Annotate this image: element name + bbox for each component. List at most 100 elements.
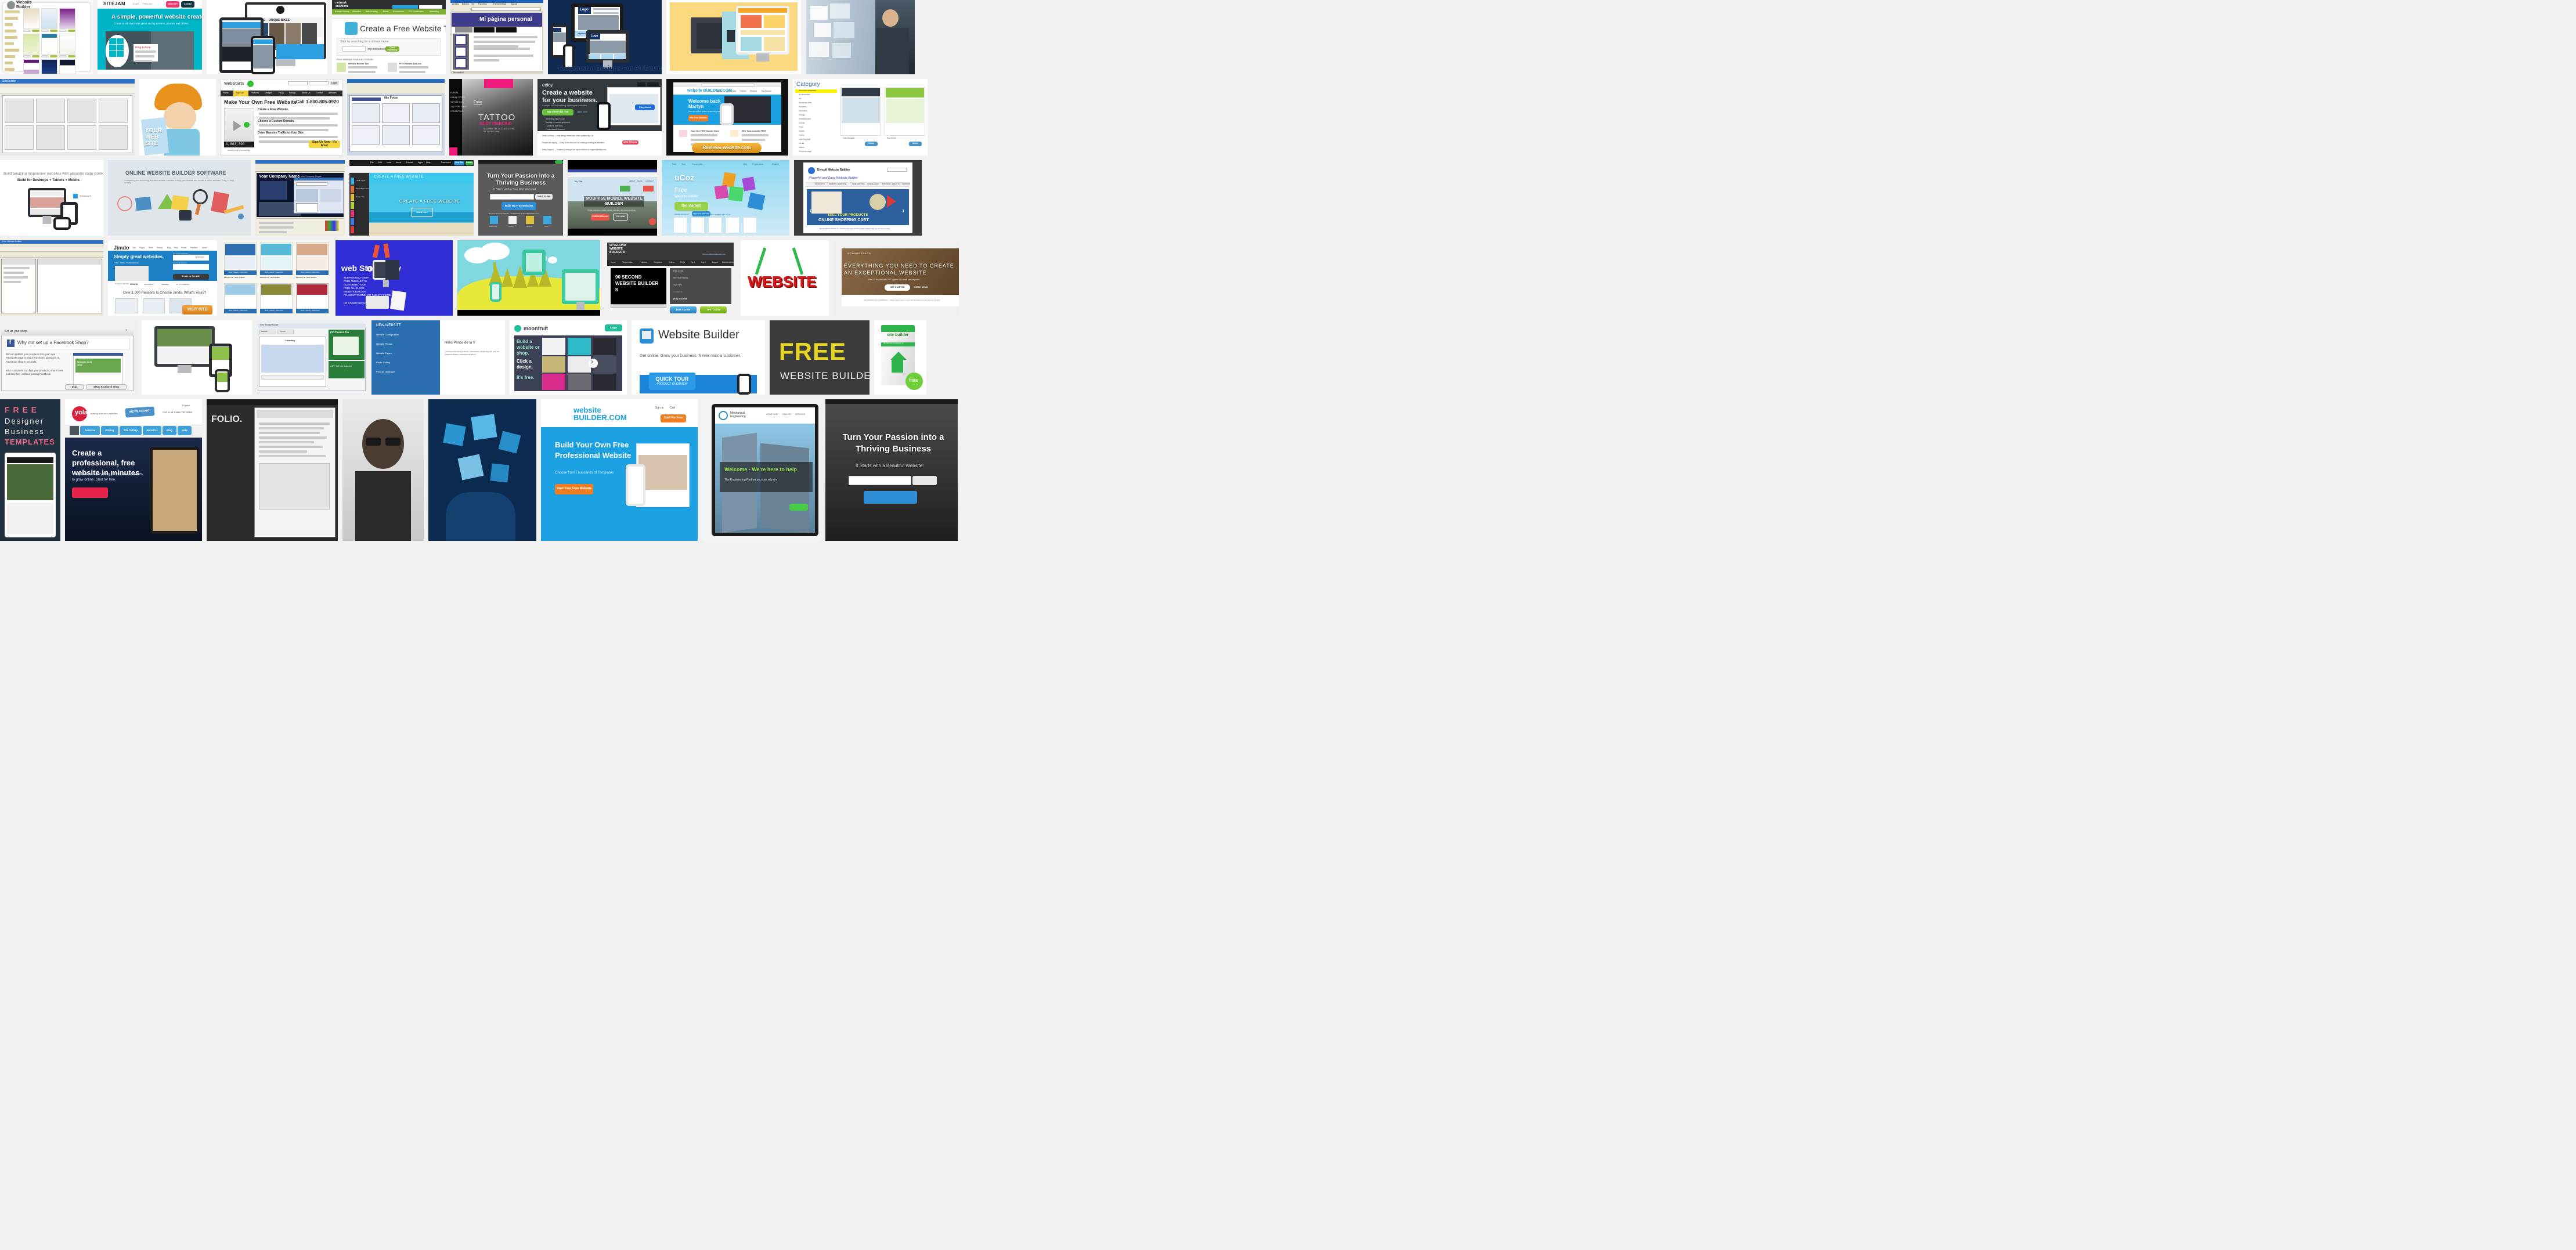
category-item-0[interactable]: Resource templates [799, 89, 816, 92]
me-nav-services[interactable]: SERVICES [795, 413, 805, 416]
tab-home[interactable] [455, 27, 472, 32]
evrsoft-nav-support[interactable]: SUPPORT [902, 183, 910, 185]
tab-contact[interactable] [496, 27, 517, 32]
tp-site-name-input[interactable] [490, 194, 534, 200]
result-thumbnail-mi-pagina-personal[interactable]: Archivo Edición Ver Favoritos Herramient… [450, 0, 543, 74]
jimdo-nav-blog[interactable]: Blog [167, 247, 171, 249]
result-thumbnail-sitebuilder-software-box[interactable]: site builder ME Webhost International, I… [874, 320, 926, 395]
webstarts-nav-home[interactable]: Home [223, 92, 229, 94]
result-thumbnail-jimdo[interactable]: Jimdo Tour Pages Store Pricing Blog Help… [108, 240, 217, 316]
moonfruit-login-button[interactable]: Login [605, 324, 622, 331]
check-availability-button[interactable]: Check Availability [385, 46, 399, 52]
mobirise-try-now-button[interactable]: TRY NOW [613, 214, 628, 221]
category-item-14[interactable]: Nature [799, 146, 804, 149]
webstarts-nav-faqs[interactable]: FAQs [279, 92, 284, 94]
login-button[interactable]: Login [330, 81, 339, 85]
catalog-actions-3[interactable]: view | select | customize [301, 271, 319, 273]
category-item-2[interactable]: Art [799, 97, 801, 100]
result-thumbnail-yola[interactable]: yola making business websites WE'RE HIRI… [65, 399, 202, 541]
cfw-menu-file[interactable]: File [370, 161, 374, 164]
jimdo-nav-tour[interactable]: Tour [132, 247, 136, 249]
nsb-nav-support[interactable]: Support [712, 261, 718, 263]
result-thumbnail-build-responsive-websites[interactable]: Build amazing responsive websites with a… [0, 160, 103, 236]
template-select-2[interactable]: Select [909, 142, 922, 146]
edicy-log-in[interactable] [637, 82, 645, 86]
edicy-lang-select[interactable] [647, 82, 659, 86]
result-thumbnail-legacy-site-builder[interactable]: SiteBuilder [0, 79, 135, 156]
result-thumbnail-template-design-catalog[interactable]: view | select | customize DESIGN No: 202… [222, 240, 331, 316]
nsb-nav-faqs[interactable]: FAQs [680, 261, 685, 263]
wbc-link-signin[interactable]: Sign In [655, 406, 664, 410]
result-thumbnail-free-website-builder-poster[interactable]: FREE WEBSITE BUILDER [770, 320, 870, 395]
webstarts-nav-contact[interactable]: Contact [316, 92, 323, 94]
result-thumbnail-tattoo-template[interactable]: EVENTS ONLINE STORE TATTOO SHOP 2007 POR… [449, 79, 533, 156]
mobirise-nav-contact[interactable]: CONTACT [645, 180, 654, 182]
nwc-item-4[interactable]: Product catalogue [376, 370, 395, 373]
result-thumbnail-mechanical-engineering-template[interactable]: Mechanical Engineering HOME PAGE GALLERY… [702, 399, 821, 541]
tattoo-nav-portfolio[interactable]: 2007 PORTFOLIO [450, 106, 467, 108]
nsb-accordion-1[interactable]: Easy to Use [673, 270, 683, 272]
result-thumbnail-windows-xp-site-designer[interactable]: Mis Fotos [347, 79, 445, 156]
cfw-view-site-button[interactable]: View Site [454, 161, 464, 165]
category-item-15[interactable]: Personal page [799, 150, 811, 153]
category-item-4[interactable]: Business [799, 106, 807, 108]
squarespace-get-started[interactable]: GET STARTED [885, 284, 910, 291]
catalog-actions-5[interactable]: view | select | customize [265, 309, 283, 312]
cfw-menu-view[interactable]: View [387, 161, 391, 164]
jimdo-email-input[interactable] [173, 264, 209, 270]
yola-nav-pricing[interactable]: Pricing [101, 426, 118, 435]
result-thumbnail-website-builder-quick-tour[interactable]: Website Builder Get online. Grow your bu… [632, 320, 765, 395]
ucoz-nav-english[interactable]: English [772, 163, 779, 165]
yola-nav-help[interactable]: Help [178, 426, 192, 435]
tab-about[interactable] [474, 27, 495, 32]
wbqt-quick-tour-button[interactable]: QUICK TOUR PRODUCT OVERVIEW [649, 373, 695, 390]
category-item-11[interactable]: Hotels [799, 134, 804, 136]
mobirise-nav-team[interactable]: TEAM [637, 180, 642, 182]
wb-nav-home[interactable]: Home [717, 90, 723, 92]
category-item-10[interactable]: Health [799, 130, 804, 132]
tattoo-nav-shop[interactable]: TATTOO SHOP [450, 101, 464, 103]
ucoz-nav-community[interactable]: Community [692, 163, 702, 165]
yola-nav-gallery[interactable]: Site Gallery [120, 426, 142, 435]
tpd-search-button[interactable] [912, 476, 937, 485]
webstarts-nav-designs[interactable]: Designs [265, 92, 272, 94]
jimdo-create-site-button[interactable]: Create my free site! [173, 274, 209, 280]
cfw-menu-insert[interactable]: Insert [396, 161, 401, 164]
webstarts-nav-about[interactable]: About Us [302, 92, 311, 94]
catalog-actions-2[interactable]: view | select | customize [265, 271, 283, 273]
result-thumbnail-responsive-devices-green-house[interactable] [142, 320, 252, 395]
yola-nav-blog[interactable]: Blog [163, 426, 176, 435]
squarespace-watch-demo[interactable]: WATCH DEMO [914, 286, 928, 288]
nsb-nav-templates[interactable]: Templates [654, 261, 662, 263]
wb-nav-reviews[interactable]: Reviews [750, 90, 757, 92]
cfw-theme-1[interactable]: Think Vegas [356, 179, 366, 182]
pcc-toolbar-publish[interactable]: Publish [280, 330, 286, 333]
nsb-nav-tryit[interactable]: Try It [691, 261, 695, 263]
reviews-website-overlay-button[interactable]: Reviews-website.com [692, 143, 762, 153]
browser-menu-ver[interactable]: Ver [471, 3, 474, 5]
ucoz-nav-faq[interactable]: FAQ [672, 163, 676, 165]
result-thumbnail-website-3d-red-text[interactable]: WEBSITE [741, 240, 829, 316]
sitejam-signup-button[interactable]: SIGN UP [166, 1, 179, 8]
browser-url-bar[interactable] [701, 83, 755, 86]
fb-close-icon[interactable]: × [125, 329, 128, 333]
webstarts-nav-pricing[interactable]: Pricing [289, 92, 295, 94]
evrsoft-nav-templates[interactable]: WEBSITE TEMPLATE [829, 183, 846, 185]
jimdo-visit-site-button[interactable]: VISIT SITE [182, 305, 212, 315]
category-item-5[interactable]: Education [799, 110, 807, 112]
category-item-7[interactable]: Entertainment [799, 118, 811, 120]
result-thumbnail-folio-editor[interactable]: FOLIO. [207, 399, 338, 541]
jimdo-nav-about[interactable]: About [202, 247, 207, 249]
wb-nav-start[interactable]: Start Today [727, 90, 736, 92]
browser-menu-edicion[interactable]: Edición [462, 3, 469, 5]
me-nav-home[interactable]: HOME PAGE [766, 413, 778, 416]
nav-email[interactable]: Email [383, 10, 388, 13]
jimdo-nav-help[interactable]: Help [174, 247, 178, 249]
nsb-nav-testimonials[interactable]: Testimonials [622, 261, 633, 263]
result-thumbnail-responsive-devices-le-velo[interactable]: LE VÉLO – UNIQUE BIKES [207, 0, 327, 74]
evrsoft-nav-products[interactable]: PRODUCTS [815, 183, 825, 185]
mobirise-download-button[interactable]: FREE DOWNLOAD [591, 214, 609, 221]
nwc-item-2[interactable]: Website Pages [376, 352, 392, 355]
result-thumbnail-evrsoft-website-builder[interactable]: Evrsoft Website Builder Powerful and Eas… [794, 160, 922, 236]
tattoo-nav-contact[interactable]: CONTACT US [450, 110, 463, 113]
